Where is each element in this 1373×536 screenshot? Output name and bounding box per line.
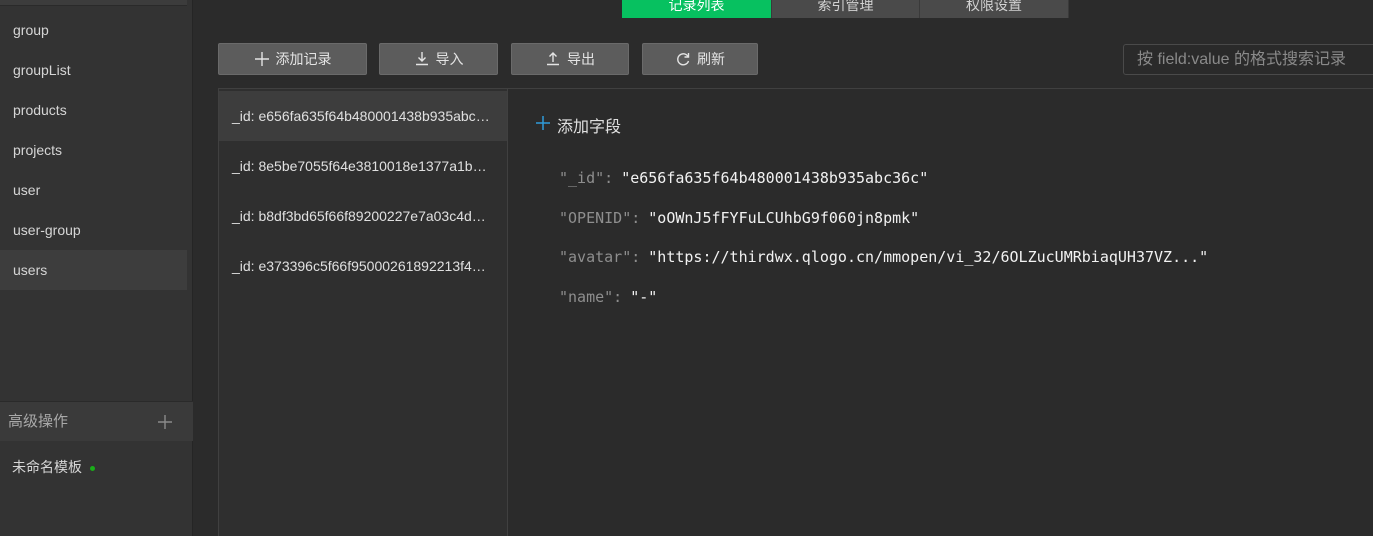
- import-label: 导入: [435, 51, 464, 67]
- field-row-avatar[interactable]: "avatar": "https://thirdwx.qlogo.cn/mmope…: [559, 246, 1208, 268]
- collection-item-group[interactable]: group: [0, 10, 187, 50]
- field-key: "_id":: [559, 169, 614, 187]
- tab-indexes[interactable]: 索引管理: [772, 0, 920, 18]
- records-list: _id: e656fa635f64b480001438b935abc36c _i…: [218, 88, 508, 536]
- status-dot: [90, 465, 95, 471]
- plus-icon: [535, 115, 551, 136]
- field-key: "avatar":: [559, 248, 641, 266]
- advanced-operations-bar: 高级操作: [0, 401, 193, 441]
- collection-sidebar: group groupList products projects user u…: [0, 0, 193, 536]
- field-value[interactable]: "e656fa635f64b480001438b935abc36c": [621, 169, 928, 187]
- tab-records[interactable]: 记录列表: [622, 0, 772, 18]
- download-icon: [414, 51, 430, 67]
- refresh-icon: [675, 51, 691, 67]
- search-input[interactable]: [1123, 44, 1373, 75]
- tab-permissions[interactable]: 权限设置: [920, 0, 1069, 18]
- record-detail-panel: [508, 88, 1373, 536]
- template-item[interactable]: 未命名模板: [12, 456, 95, 478]
- record-item[interactable]: _id: e656fa635f64b480001438b935abc36c: [219, 91, 507, 141]
- refresh-button[interactable]: 刷新: [642, 43, 758, 75]
- export-button[interactable]: 导出: [511, 43, 629, 75]
- add-record-button[interactable]: 添加记录: [218, 43, 367, 75]
- sidebar-top-strip: [0, 0, 187, 6]
- advanced-operations-label: 高级操作: [8, 413, 69, 430]
- collection-item-users[interactable]: users: [0, 250, 187, 290]
- field-row-openid[interactable]: "OPENID": "oOWnJ5fFYFuLCUhbG9f060jn8pmk": [559, 207, 919, 229]
- collection-item-products[interactable]: products: [0, 90, 187, 130]
- field-value[interactable]: "https://thirdwx.qlogo.cn/mmopen/vi_32/6…: [648, 248, 1208, 266]
- tab-bar: 记录列表 索引管理 权限设置: [622, 0, 1069, 18]
- field-value[interactable]: "-": [630, 288, 657, 306]
- field-key: "OPENID":: [559, 209, 641, 227]
- collection-item-user[interactable]: user: [0, 170, 187, 210]
- collection-item-projects[interactable]: projects: [0, 130, 187, 170]
- add-record-label: 添加记录: [275, 51, 332, 67]
- plus-icon: [254, 51, 270, 67]
- field-value[interactable]: "oOWnJ5fFYFuLCUhbG9f060jn8pmk": [648, 209, 919, 227]
- field-key: "name":: [559, 288, 623, 306]
- add-template-icon[interactable]: [155, 412, 175, 432]
- export-label: 导出: [567, 51, 595, 67]
- add-field-button[interactable]: 添加字段: [535, 114, 621, 136]
- field-row-id[interactable]: "_id": "e656fa635f64b480001438b935abc36c": [559, 167, 928, 189]
- field-row-name[interactable]: "name": "-": [559, 286, 657, 308]
- collection-item-grouplist[interactable]: groupList: [0, 50, 187, 90]
- record-item[interactable]: _id: 8e5be7055f64e3810018e1377a1b2c3d: [219, 141, 507, 191]
- collection-item-user-group[interactable]: user-group: [0, 210, 187, 250]
- template-label: 未命名模板: [12, 459, 82, 475]
- refresh-label: 刷新: [697, 51, 725, 67]
- import-button[interactable]: 导入: [379, 43, 498, 75]
- upload-icon: [545, 51, 561, 67]
- add-field-label: 添加字段: [557, 119, 622, 136]
- record-item[interactable]: _id: e373396c5f66f95000261892213f4a5b: [219, 241, 507, 291]
- record-item[interactable]: _id: b8df3bd65f66f89200227e7a03c4d5e6: [219, 191, 507, 241]
